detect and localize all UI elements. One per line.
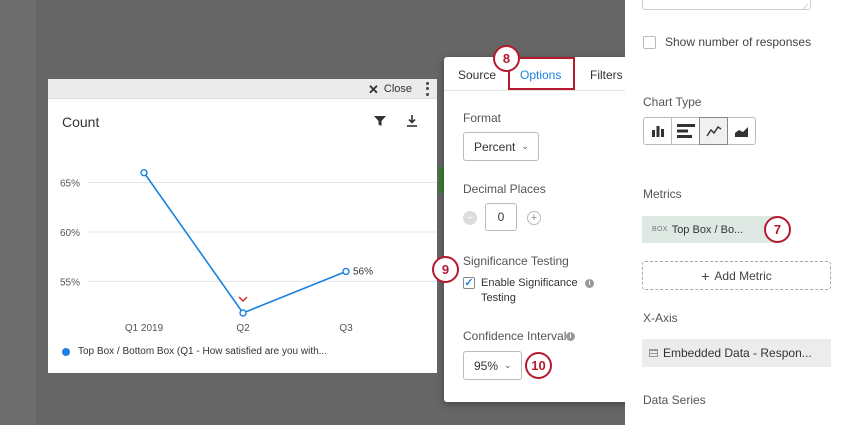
popover-tabs: Source Options Filters xyxy=(444,57,640,91)
data-point xyxy=(140,168,148,177)
data-point xyxy=(342,267,350,276)
plus-icon: + xyxy=(701,267,710,284)
metric-tag: BOX xyxy=(652,226,668,233)
chevron-down-icon: ⌄ xyxy=(504,360,512,370)
x-tick-label: Q2 xyxy=(236,323,250,334)
add-metric-button[interactable]: + Add Metric xyxy=(642,261,831,290)
horizontal-bar-icon xyxy=(676,124,695,138)
enable-significance-checkbox[interactable]: ✓ xyxy=(463,277,475,289)
check-icon: ✓ xyxy=(464,276,474,289)
significance-down-icon xyxy=(238,296,248,302)
line-chart: 65% 60% 55% Q1 2019 Q2 Q3 56% xyxy=(60,168,437,334)
area-chart-icon xyxy=(734,127,748,137)
decimal-places-label: Decimal Places xyxy=(463,182,546,196)
decimal-places-input[interactable]: 0 xyxy=(485,203,517,231)
significance-label: Significance Testing xyxy=(463,254,569,268)
widget-toolbar: ✕ Close xyxy=(48,79,437,99)
close-icon: ✕ xyxy=(368,81,379,97)
series-line xyxy=(143,172,347,314)
area-chart-button[interactable] xyxy=(727,117,756,145)
x-axis-label: X-Axis xyxy=(643,311,678,325)
filter-icon[interactable] xyxy=(374,115,386,127)
confidence-value: 95% xyxy=(474,358,499,373)
line-chart-icon xyxy=(705,126,721,137)
show-responses-checkbox[interactable] xyxy=(643,36,656,49)
bar-chart-icon xyxy=(651,126,664,137)
show-responses-label: Show number of responses xyxy=(665,35,812,49)
close-button[interactable]: ✕ Close xyxy=(368,81,412,97)
metric-label: Top Box / Bo... xyxy=(671,223,744,236)
chart-type-selector xyxy=(643,117,756,145)
confidence-select[interactable]: 95% ⌄ xyxy=(463,351,522,380)
resize-handle-icon[interactable]: ⟋ xyxy=(803,2,809,12)
x-axis-item-label: Embedded Data - Respon... xyxy=(663,346,812,360)
callout-9: 9 xyxy=(432,256,459,283)
data-series-label: Data Series xyxy=(643,393,706,407)
tab-source[interactable]: Source xyxy=(458,68,496,82)
chart-widget: ✕ Close Count 65% 60% 55% Q1 2019 Q2 Q3 56% To… xyxy=(48,79,437,373)
x-axis-item[interactable]: Embedded Data - Respon... xyxy=(642,339,831,367)
close-label: Close xyxy=(383,83,413,95)
callout-10: 10 xyxy=(525,352,552,379)
metrics-label: Metrics xyxy=(643,187,682,201)
enable-significance-label: Enable Significance Testing xyxy=(481,277,578,304)
callout-8: 8 xyxy=(493,45,520,72)
x-tick-label: Q3 xyxy=(339,323,353,334)
chevron-down-icon: ⌄ xyxy=(521,141,529,151)
legend-label: Top Box / Bottom Box (Q1 - How satisfied… xyxy=(78,346,327,357)
x-tick-label: Q1 2019 xyxy=(125,323,164,334)
horizontal-bar-button[interactable] xyxy=(671,117,700,145)
chart-type-label: Chart Type xyxy=(643,95,702,109)
callout-7: 7 xyxy=(764,216,791,243)
tab-filters[interactable]: Filters xyxy=(590,68,623,82)
metric-item[interactable]: BOX Top Box / Bo... xyxy=(642,216,780,243)
metric-pointer xyxy=(631,222,639,236)
options-popover: Source Options Filters Format Percent ⌄ … xyxy=(444,57,640,402)
y-tick-label: 60% xyxy=(60,228,80,239)
confidence-interval-label: Confidence Interval xyxy=(463,329,567,343)
line-chart-button[interactable] xyxy=(699,117,728,145)
bar-chart-button[interactable] xyxy=(643,117,672,145)
widget-title: Count xyxy=(62,114,100,130)
data-label: 56% xyxy=(353,266,373,277)
table-icon xyxy=(649,349,658,357)
more-options-icon[interactable] xyxy=(424,81,430,97)
info-icon[interactable]: i xyxy=(566,332,575,341)
chart-legend: Top Box / Bottom Box (Q1 - How satisfied… xyxy=(62,346,327,357)
increment-button[interactable]: + xyxy=(527,211,541,225)
editor-sidebar: ⟋ Show number of responses Chart Type Me… xyxy=(625,0,850,425)
info-icon[interactable]: i xyxy=(585,279,594,288)
format-select[interactable]: Percent ⌄ xyxy=(463,132,539,161)
download-icon[interactable] xyxy=(406,115,418,127)
textarea-bottom[interactable] xyxy=(642,0,811,10)
add-metric-label: Add Metric xyxy=(714,268,772,283)
decrement-button[interactable]: − xyxy=(463,211,477,225)
format-label: Format xyxy=(463,111,502,125)
y-tick-label: 65% xyxy=(60,179,80,190)
y-tick-label: 55% xyxy=(60,277,80,288)
format-value: Percent xyxy=(474,139,516,154)
data-point xyxy=(239,309,247,317)
legend-swatch xyxy=(62,347,70,356)
